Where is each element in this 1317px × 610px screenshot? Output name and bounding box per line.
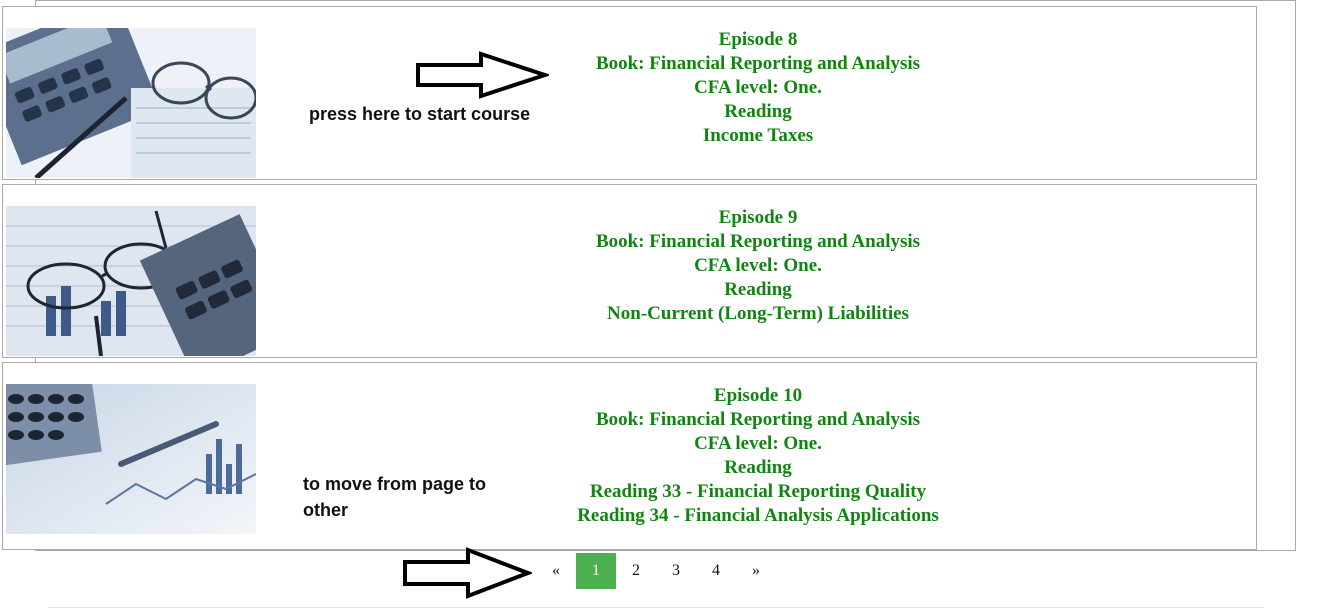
calculator-pen-chart-image[interactable] <box>6 384 256 534</box>
divider <box>48 607 1264 608</box>
episode-book: Book: Financial Reporting and Analysis <box>595 409 921 430</box>
page-button-3[interactable]: 3 <box>656 553 696 589</box>
episode-reading-title: Reading 34 - Financial Analysis Applicat… <box>577 505 939 526</box>
start-course-hint: press here to start course <box>309 104 531 124</box>
page-button-4[interactable]: 4 <box>696 553 736 589</box>
move-page-hint: to move from page to other <box>303 474 487 520</box>
episode-info[interactable]: Episode 8 Book: Financial Reporting and … <box>503 28 1013 148</box>
episode-reading-label: Reading <box>724 101 792 122</box>
episode-row[interactable]: press here to start course Episode 8 Boo… <box>2 6 1257 180</box>
calculator-glasses-image[interactable] <box>6 28 256 178</box>
episode-reading-title: Non-Current (Long-Term) Liabilities <box>607 303 909 324</box>
episode-title: Episode 9 <box>718 207 798 228</box>
episode-level: CFA level: One. <box>694 433 822 454</box>
episode-info[interactable]: Episode 10 Book: Financial Reporting and… <box>503 384 1013 528</box>
episode-level: CFA level: One. <box>694 77 822 98</box>
prev-page-button[interactable]: « <box>536 553 576 589</box>
episode-reading-label: Reading <box>724 279 792 300</box>
episode-title: Episode 8 <box>718 29 798 50</box>
page-button-2[interactable]: 2 <box>616 553 656 589</box>
arrow-right-icon <box>403 547 532 599</box>
episode-info[interactable]: Episode 9 Book: Financial Reporting and … <box>503 206 1013 326</box>
episode-reading-label: Reading <box>724 457 792 478</box>
glasses-calculator-chart-image[interactable] <box>6 206 256 356</box>
episode-reading-title: Income Taxes <box>702 125 814 146</box>
next-page-button[interactable]: » <box>736 553 776 589</box>
episode-book: Book: Financial Reporting and Analysis <box>595 231 921 252</box>
episode-row[interactable]: Episode 9 Book: Financial Reporting and … <box>2 184 1257 358</box>
episode-book: Book: Financial Reporting and Analysis <box>595 53 921 74</box>
episode-title: Episode 10 <box>713 385 803 406</box>
page-button-1[interactable]: 1 <box>576 553 616 589</box>
pagination: « 1 2 3 4 » <box>536 553 776 589</box>
episode-reading-title: Reading 33 - Financial Reporting Quality <box>589 481 927 502</box>
episode-row[interactable]: to move from page to other Episode 10 Bo… <box>2 362 1257 550</box>
episode-level: CFA level: One. <box>694 255 822 276</box>
